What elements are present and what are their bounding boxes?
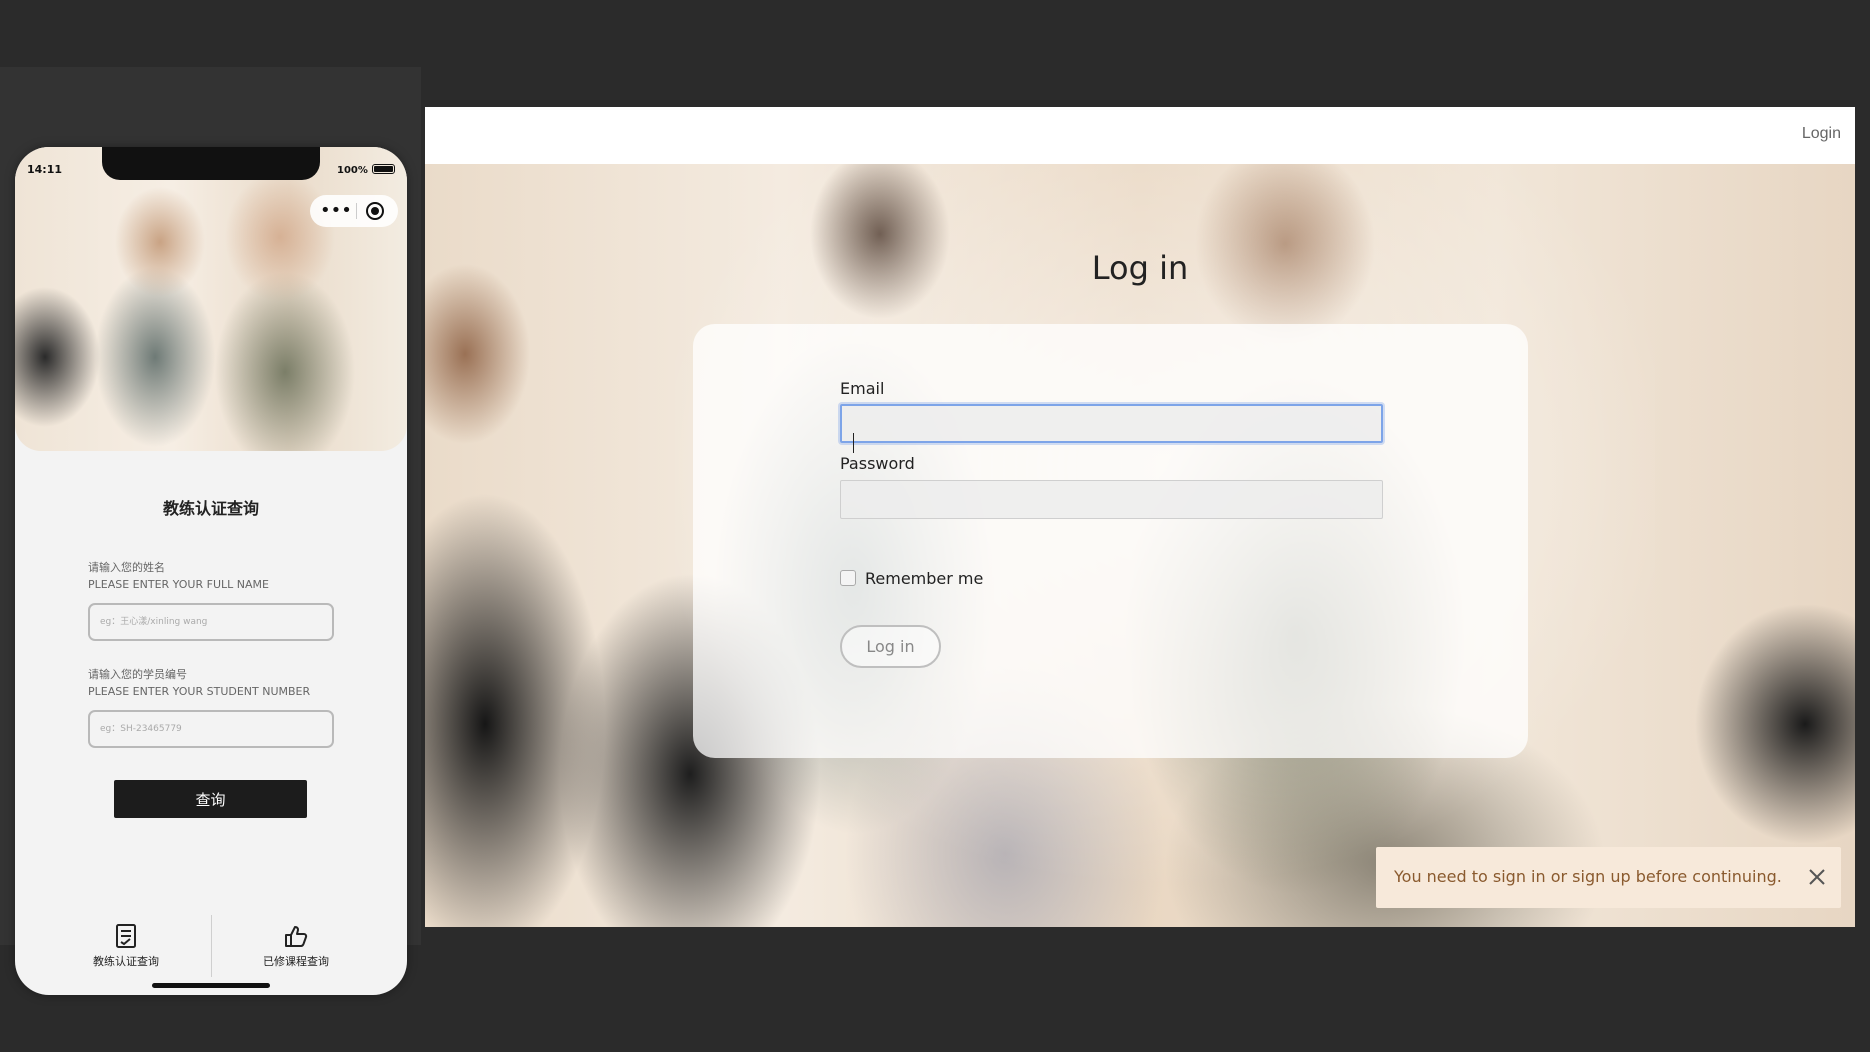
page-title: Log in (1091, 249, 1189, 287)
phone-notch (102, 147, 320, 180)
phone-frame: 14:11 100% ••• 教练认证查询 请输入您的姓名 PLEASE ENT… (15, 147, 407, 995)
number-label-cn: 请输入您的学员编号 (88, 668, 187, 681)
phone-tab-bar: 教练认证查询 已修课程查询 (15, 915, 407, 977)
password-field[interactable] (840, 480, 1383, 519)
phone-hero-image (15, 147, 407, 451)
tab-label: 已修课程查询 (263, 955, 329, 968)
hero-background: Log in Email Password Remember me Log in (425, 164, 1855, 927)
remember-me-checkbox[interactable] (840, 570, 856, 586)
name-label-en: PLEASE ENTER YOUR FULL NAME (88, 578, 269, 591)
phone-preview-panel: 14:11 100% ••• 教练认证查询 请输入您的姓名 PLEASE ENT… (0, 67, 421, 995)
number-label: 请输入您的学员编号 PLEASE ENTER YOUR STUDENT NUMB… (88, 666, 310, 700)
battery-percent: 100% (337, 165, 368, 176)
top-nav: Login (425, 107, 1855, 164)
battery-icon (372, 164, 395, 174)
target-icon[interactable] (366, 202, 384, 220)
password-label: Password (840, 454, 915, 473)
status-time: 14:11 (27, 163, 63, 176)
name-label-cn: 请输入您的姓名 (88, 561, 165, 574)
home-indicator (152, 983, 270, 988)
nav-login-link[interactable]: Login (1802, 125, 1841, 143)
email-field[interactable] (840, 404, 1383, 443)
name-input[interactable] (88, 603, 334, 641)
email-label: Email (840, 379, 885, 398)
remember-me-label: Remember me (865, 569, 984, 588)
thumbs-up-icon (285, 926, 308, 947)
web-login-page: Login Log in Email Password Remember me … (425, 107, 1855, 927)
query-button[interactable]: 查询 (114, 780, 307, 818)
name-label: 请输入您的姓名 PLEASE ENTER YOUR FULL NAME (88, 559, 269, 593)
student-number-input[interactable] (88, 710, 334, 748)
number-label-en: PLEASE ENTER YOUR STUDENT NUMBER (88, 685, 311, 698)
login-form-card: Email Password Remember me Log in (693, 324, 1528, 758)
miniprogram-capsule: ••• (310, 195, 398, 227)
text-caret (853, 433, 854, 453)
close-icon[interactable] (1805, 865, 1829, 889)
tab-label: 教练认证查询 (93, 955, 159, 968)
flash-message: You need to sign in or sign up before co… (1394, 867, 1782, 886)
tab-completed-courses[interactable]: 已修课程查询 (216, 923, 376, 969)
more-dots-icon[interactable]: ••• (320, 200, 352, 222)
phone-page-title: 教练认证查询 (162, 499, 259, 518)
tab-divider (211, 915, 212, 977)
capsule-divider (356, 203, 357, 219)
tab-coach-certification[interactable]: 教练认证查询 (46, 923, 206, 969)
flash-alert: You need to sign in or sign up before co… (1376, 847, 1841, 908)
checklist-icon (116, 924, 136, 948)
login-button[interactable]: Log in (840, 625, 941, 668)
